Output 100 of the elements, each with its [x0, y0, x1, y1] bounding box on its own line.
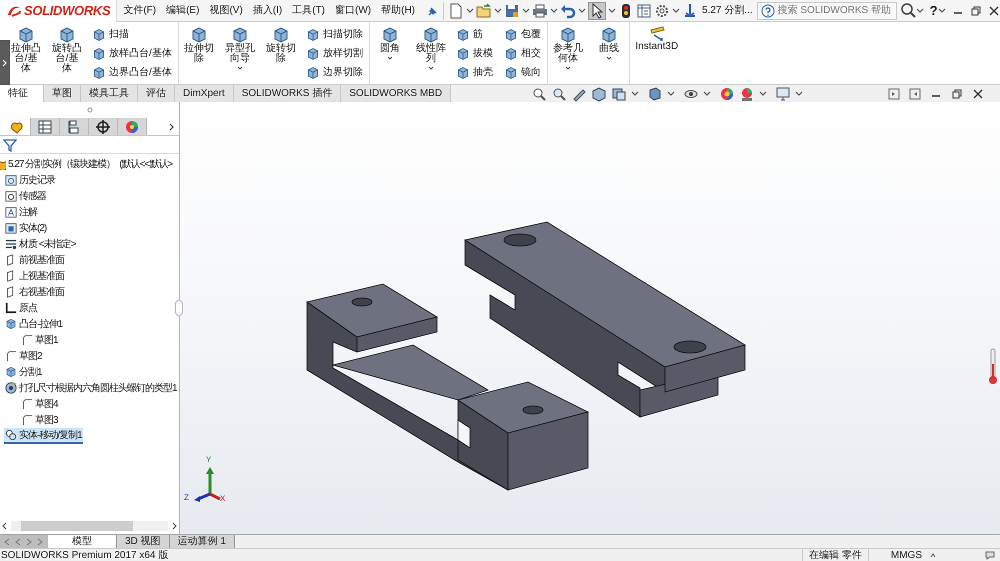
panel-toggle[interactable] [0, 40, 10, 85]
menu-item[interactable]: 视图(V) [207, 3, 245, 18]
list-options-icon[interactable] [636, 2, 652, 18]
tree-item[interactable]: 草图3 [20, 412, 59, 428]
close-icon[interactable] [988, 4, 1000, 16]
grip-icon[interactable] [86, 107, 92, 113]
command-tab[interactable]: DimXpert [175, 85, 234, 102]
ribbon-command[interactable]: 扫描切除 [306, 26, 365, 43]
monitor-icon[interactable] [775, 86, 792, 102]
tree-item[interactable]: 草图2 [4, 348, 43, 364]
menu-item[interactable]: 编辑(E) [164, 3, 202, 18]
tree-item[interactable]: 实体(2) [4, 220, 48, 236]
ribbon-command[interactable]: 拔模 [456, 45, 495, 62]
view-tab[interactable]: 模型 [48, 535, 117, 548]
caret-icon[interactable] [667, 91, 676, 96]
zoom-icon[interactable] [531, 86, 548, 102]
panel-tab[interactable] [60, 118, 89, 135]
menu-item[interactable]: 帮助(H) [379, 3, 418, 18]
tree-item[interactable]: 草图4 [20, 396, 59, 412]
ribbon-command[interactable]: 线性阵列 [414, 26, 447, 70]
ribbon-command[interactable]: Instant3D [634, 26, 680, 52]
tree-item[interactable]: 材质 <未指定> [4, 236, 76, 252]
chat-bubble-icon[interactable] [984, 549, 996, 561]
view-tab[interactable]: 运动算例 1 [170, 535, 235, 548]
tree-item[interactable]: 前视基准面 [4, 252, 65, 268]
appearance-icon[interactable] [719, 86, 736, 102]
tree-item[interactable]: 打孔尺寸根据内六角圆柱头螺钉的类型1 [4, 380, 178, 396]
ribbon-command[interactable]: 放样切割 [306, 45, 365, 62]
zoom-area-icon[interactable] [551, 86, 568, 102]
ribbon-command[interactable]: 镜向 [504, 64, 543, 81]
ribbon-command[interactable]: 边界凸台/基体 [92, 64, 174, 81]
command-tab[interactable]: SOLIDWORKS 插件 [234, 85, 342, 102]
ribbon-command[interactable]: 扫描 [92, 26, 174, 43]
horizontal-scrollbar[interactable] [11, 521, 168, 531]
search-icon[interactable] [900, 3, 916, 18]
ribbon-command[interactable]: 旋转凸台/基体 [51, 26, 83, 74]
caret-icon[interactable] [938, 8, 946, 13]
caret-icon[interactable] [608, 8, 616, 13]
caret-icon[interactable] [494, 8, 502, 13]
select-tool-button[interactable] [588, 2, 606, 20]
tree-item[interactable]: 历史记录 [4, 172, 56, 188]
ribbon-command[interactable]: 参考几何体 [552, 26, 584, 70]
caret-icon[interactable] [703, 91, 712, 96]
search-field[interactable]: 搜索 SOLIDWORKS 帮助 [756, 2, 897, 20]
menu-item[interactable]: 文件(F) [121, 3, 158, 18]
tree-root-label[interactable]: 5.27 分割实例（镶块建模） [8, 156, 116, 172]
new-document-icon[interactable] [448, 2, 464, 18]
caret-icon[interactable] [759, 91, 768, 96]
tree-item[interactable]: 右视基准面 [4, 284, 65, 300]
thermometer-icon[interactable] [988, 348, 998, 385]
ribbon-command[interactable]: 曲线 [592, 26, 625, 60]
caret-icon[interactable] [916, 8, 924, 13]
caret-icon[interactable] [631, 91, 640, 96]
tree-item[interactable]: 草图1 [20, 332, 59, 348]
tree-item[interactable]: 实体-移动/复制1 [4, 428, 83, 444]
caret-up-icon[interactable] [930, 552, 936, 558]
ribbon-command[interactable]: 筋 [456, 26, 495, 43]
command-tab[interactable]: 模具工具 [81, 85, 138, 102]
tree-item[interactable]: 注解 [4, 204, 38, 220]
ribbon-command[interactable]: 拉伸凸台/基体 [10, 26, 42, 74]
panel-tab[interactable] [31, 118, 60, 135]
splitter-handle[interactable] [175, 300, 183, 316]
view-tab[interactable]: 3D 视图 [117, 535, 170, 548]
menu-item[interactable]: 插入(I) [250, 3, 284, 18]
caret-icon[interactable] [466, 8, 474, 13]
units-selector[interactable]: MMGS [890, 548, 922, 561]
help-button[interactable]: ? [930, 0, 938, 20]
panel-right-icon[interactable] [909, 88, 921, 100]
close-icon[interactable] [972, 88, 984, 100]
ribbon-command[interactable]: 包覆 [504, 26, 543, 43]
panel-tab[interactable] [89, 118, 118, 135]
command-tab[interactable]: 特征 [0, 85, 44, 102]
ribbon-command[interactable]: 相交 [504, 45, 543, 62]
undo-icon[interactable] [560, 2, 576, 18]
tree-item[interactable]: 上视基准面 [4, 268, 65, 284]
ribbon-command[interactable]: 异型孔向导 [224, 26, 256, 70]
command-tab[interactable]: SOLIDWORKS MBD [341, 85, 452, 102]
caret-icon[interactable] [672, 8, 680, 13]
tree-item[interactable]: 分割1 [4, 364, 43, 380]
save-icon[interactable] [504, 2, 520, 18]
ribbon-command[interactable]: 旋转切除 [264, 26, 297, 64]
menu-item[interactable]: 窗口(W) [333, 3, 374, 18]
menu-item[interactable]: 工具(T) [290, 3, 328, 18]
caret-icon[interactable] [578, 8, 586, 13]
ribbon-command[interactable]: 圆角 [374, 26, 406, 60]
view-orientation-icon[interactable] [611, 86, 628, 102]
open-folder-icon[interactable] [476, 2, 492, 18]
restore-icon[interactable] [951, 88, 963, 100]
scroll-left-icon[interactable] [2, 522, 7, 530]
caret-icon[interactable] [522, 8, 530, 13]
ribbon-command[interactable]: 拉伸切除 [182, 26, 215, 64]
graphics-area[interactable]: Y Z X [180, 102, 1000, 534]
print-icon[interactable] [532, 2, 548, 18]
panel-left-icon[interactable] [888, 88, 900, 100]
ribbon-command[interactable]: 放样凸台/基体 [92, 45, 174, 62]
restore-icon[interactable] [970, 4, 982, 16]
tree-item[interactable]: 凸台-拉伸1 [4, 316, 63, 332]
caret-icon[interactable] [795, 91, 804, 96]
tree-item[interactable]: 原点 [4, 300, 38, 316]
command-tab[interactable]: 评估 [138, 85, 175, 102]
